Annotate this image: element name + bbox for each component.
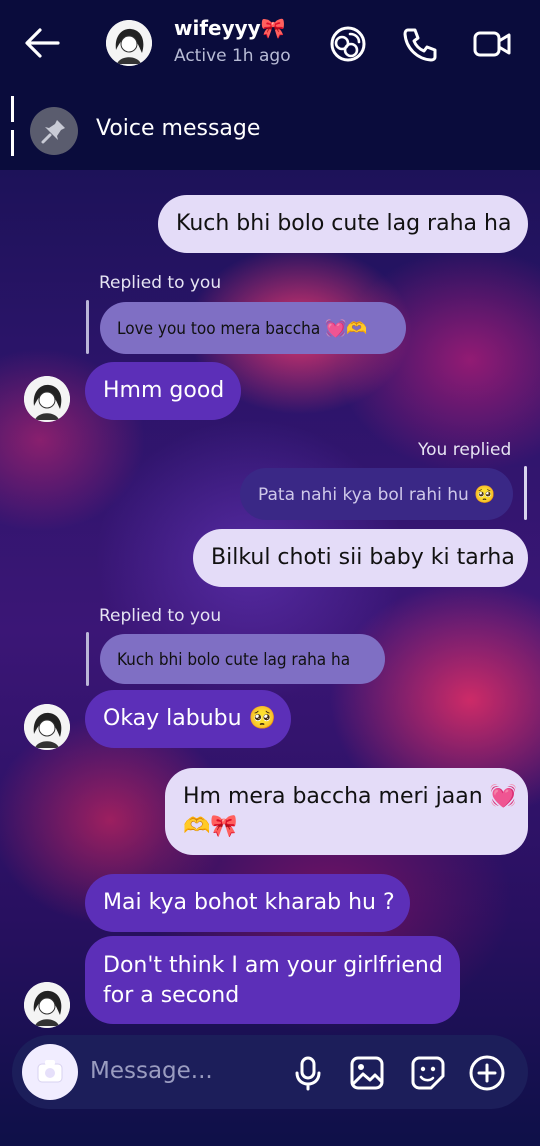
pin-indicator (11, 130, 14, 156)
reply-label: Replied to you (99, 273, 222, 293)
reply-bar (86, 300, 89, 354)
outgoing-message[interactable]: Hm mera baccha meri jaan 💓 🫶🎀 (165, 768, 528, 855)
sender-avatar[interactable] (24, 982, 70, 1028)
camera-button[interactable] (22, 1044, 78, 1100)
pinned-message-bar[interactable] (0, 88, 540, 170)
message-text: for a second (103, 983, 240, 1008)
back-arrow-icon[interactable] (22, 24, 62, 62)
reply-bar (524, 466, 527, 520)
theme-icon[interactable] (328, 24, 368, 64)
active-status: Active 1h ago (174, 46, 291, 66)
pin-indicator (11, 96, 14, 122)
sender-avatar[interactable] (24, 704, 70, 750)
quoted-message[interactable]: Pata nahi kya bol rahi hu 🥺 (240, 468, 513, 520)
outgoing-message[interactable]: Kuch bhi bolo cute lag raha ha (158, 195, 528, 253)
message-text: Kuch bhi bolo cute lag raha ha (176, 211, 512, 236)
outgoing-message[interactable]: Bilkul choti sii baby ki tarha (193, 529, 528, 587)
camera-icon (37, 1060, 63, 1083)
video-call-icon[interactable] (472, 24, 512, 64)
quoted-message[interactable]: Kuch bhi bolo cute lag raha ha (100, 634, 385, 684)
reply-bar (86, 632, 89, 686)
incoming-message[interactable]: Hmm good (85, 362, 241, 420)
quoted-text: Pata nahi kya bol rahi hu 🥺 (258, 485, 496, 505)
message-text: 🫶🎀 (183, 814, 238, 839)
reply-label: You replied (418, 440, 512, 460)
pinned-label: Voice message (96, 116, 261, 141)
phone-icon[interactable] (400, 24, 440, 64)
contact-avatar[interactable] (106, 20, 152, 66)
sender-avatar[interactable] (24, 376, 70, 422)
incoming-message[interactable]: Mai kya bohot kharab hu ? (85, 874, 410, 932)
incoming-message[interactable]: Okay labubu 🥺 (85, 690, 291, 748)
message-text: Hm mera baccha meri jaan 💓 (183, 784, 518, 809)
message-text: Don't think I am your girlfriend (103, 953, 443, 978)
message-text: Bilkul choti sii baby ki tarha (211, 545, 515, 570)
message-text: Hmm good (103, 378, 225, 403)
reply-label: Replied to you (99, 606, 222, 626)
pin-icon (30, 107, 78, 155)
gallery-icon[interactable] (348, 1054, 386, 1092)
microphone-icon[interactable] (289, 1054, 327, 1092)
plus-icon[interactable] (468, 1054, 506, 1092)
incoming-message[interactable]: Don't think I am your girlfriend for a s… (85, 936, 460, 1024)
sticker-icon[interactable] (409, 1054, 447, 1092)
chat-header (0, 0, 540, 88)
contact-name[interactable]: wifeyyy🎀 (174, 16, 286, 40)
quoted-text: Love you too mera baccha 💓🫶 (117, 319, 368, 339)
quoted-text: Kuch bhi bolo cute lag raha ha (117, 650, 351, 670)
message-text: Mai kya bohot kharab hu ? (103, 890, 395, 915)
message-input[interactable]: Message... (90, 1058, 213, 1084)
message-text: Okay labubu 🥺 (103, 706, 276, 731)
quoted-message[interactable]: Love you too mera baccha 💓🫶 (100, 302, 406, 354)
